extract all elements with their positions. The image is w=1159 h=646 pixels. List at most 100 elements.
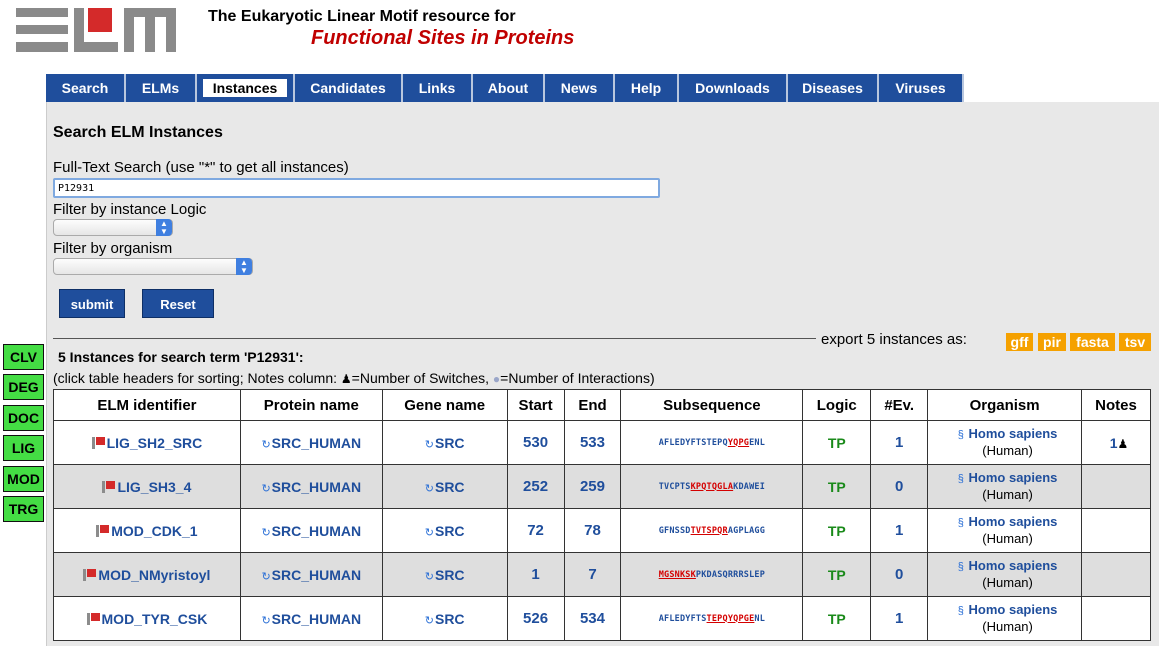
evidence-count-link[interactable]: 1 [870, 420, 929, 465]
side-tab-trg[interactable]: TRG [3, 496, 44, 522]
species-link[interactable]: Homo sapiens [969, 426, 1058, 441]
side-tab-deg[interactable]: DEG [3, 374, 44, 400]
gene-name-link[interactable]: SRC [435, 611, 465, 627]
page-title: Search ELM Instances [53, 124, 223, 141]
elm-flag-icon [96, 524, 110, 537]
tab-news[interactable]: News [545, 74, 615, 102]
organism-cell: § Homo sapiens (Human) [927, 464, 1082, 509]
tab-search[interactable]: Search [46, 74, 126, 102]
taxonomy-icon: § [957, 605, 964, 617]
export-tsv-button[interactable]: tsv [1119, 333, 1151, 351]
end-cell: 7 [563, 552, 622, 597]
elm-identifier-link[interactable]: LIG_SH3_4 [117, 479, 191, 495]
header-gene-name[interactable]: Gene name [381, 389, 508, 421]
organism-cell: § Homo sapiens (Human) [927, 508, 1082, 553]
species-link[interactable]: Homo sapiens [969, 602, 1058, 617]
species-link[interactable]: Homo sapiens [969, 470, 1058, 485]
results-title: 5 Instances for search term 'P12931': [58, 349, 304, 365]
logic-cell: TP [802, 464, 872, 509]
gene-name-link[interactable]: SRC [435, 523, 465, 539]
reset-button[interactable]: Reset [142, 289, 214, 318]
taxonomy-icon: § [957, 561, 964, 573]
uniprot-icon: ↻ [261, 570, 271, 583]
side-tab-lig[interactable]: LIG [3, 435, 44, 461]
header-elm-identifier[interactable]: ELM identifier [53, 389, 241, 421]
protein-name-link[interactable]: SRC_HUMAN [272, 567, 361, 583]
header-end[interactable]: End [563, 389, 622, 421]
uniprot-icon: ↻ [424, 614, 434, 627]
select-arrows-icon: ▲ ▼ [156, 219, 172, 236]
notes-cell: 1♟ [1081, 420, 1151, 465]
export-fasta-button[interactable]: fasta [1070, 333, 1115, 351]
start-cell: 252 [506, 464, 565, 509]
table-row: MOD_NMyristoyl ↻SRC_HUMAN ↻SRC 1 7 MGSNK… [53, 552, 1151, 597]
logic-filter-label: Filter by instance Logic [53, 201, 207, 218]
organism-cell: § Homo sapiens (Human) [927, 420, 1082, 465]
submit-button[interactable]: submit [59, 289, 125, 318]
elm-identifier-link[interactable]: MOD_NMyristoyl [98, 567, 210, 583]
tab-help[interactable]: Help [615, 74, 679, 102]
elm-logo [16, 8, 176, 52]
table-row: MOD_TYR_CSK ↻SRC_HUMAN ↻SRC 526 534 AFLE… [53, 596, 1151, 641]
header-organism[interactable]: Organism [927, 389, 1082, 421]
protein-name-link[interactable]: SRC_HUMAN [272, 611, 361, 627]
organism-cell: § Homo sapiens (Human) [927, 552, 1082, 597]
evidence-count-link[interactable]: 0 [870, 552, 929, 597]
tab-about[interactable]: About [473, 74, 545, 102]
species-link[interactable]: Homo sapiens [969, 558, 1058, 573]
notes-cell [1081, 464, 1151, 509]
table-row: LIG_SH2_SRC ↻SRC_HUMAN ↻SRC 530 533 AFLE… [53, 420, 1151, 465]
elm-identifier-link[interactable]: MOD_TYR_CSK [102, 611, 208, 627]
notes-cell [1081, 596, 1151, 641]
gene-name-link[interactable]: SRC [435, 479, 465, 495]
tab-diseases[interactable]: Diseases [788, 74, 879, 102]
header-subsequence[interactable]: Subsequence [620, 389, 804, 421]
uniprot-icon: ↻ [424, 438, 434, 451]
organism-filter-label: Filter by organism [53, 240, 173, 257]
logic-filter-select[interactable]: ▲ ▼ [53, 219, 173, 236]
search-input[interactable] [53, 178, 660, 198]
header-logic[interactable]: Logic [802, 389, 872, 421]
header-protein-name[interactable]: Protein name [239, 389, 383, 421]
logic-cell: TP [802, 596, 872, 641]
end-cell: 78 [563, 508, 622, 553]
organism-filter-select[interactable]: ▲ ▼ [53, 258, 253, 275]
logic-cell: TP [802, 420, 872, 465]
end-cell: 259 [563, 464, 622, 509]
uniprot-icon: ↻ [261, 438, 271, 451]
protein-name-link[interactable]: SRC_HUMAN [272, 479, 361, 495]
start-cell: 72 [506, 508, 565, 553]
tab-instances[interactable]: Instances [197, 74, 295, 102]
protein-name-link[interactable]: SRC_HUMAN [272, 523, 361, 539]
export-pir-button[interactable]: pir [1038, 333, 1066, 351]
gene-name-link[interactable]: SRC [435, 435, 465, 451]
tab-elms[interactable]: ELMs [126, 74, 197, 102]
side-tab-mod[interactable]: MOD [3, 466, 44, 492]
elm-identifier-link[interactable]: MOD_CDK_1 [111, 523, 197, 539]
subsequence-cell: AFLEDYFTSTEPQYQPGENL [620, 596, 804, 641]
gene-name-link[interactable]: SRC [435, 567, 465, 583]
header-notes[interactable]: Notes [1081, 389, 1151, 421]
species-link[interactable]: Homo sapiens [969, 514, 1058, 529]
evidence-count-link[interactable]: 1 [870, 596, 929, 641]
side-tab-doc[interactable]: DOC [3, 405, 44, 431]
evidence-count-link[interactable]: 0 [870, 464, 929, 509]
tab-downloads[interactable]: Downloads [679, 74, 788, 102]
tab-candidates[interactable]: Candidates [295, 74, 403, 102]
export-gff-button[interactable]: gff [1006, 333, 1033, 351]
tab-viruses[interactable]: Viruses [879, 74, 964, 102]
protein-name-link[interactable]: SRC_HUMAN [272, 435, 361, 451]
side-tab-clv[interactable]: CLV [3, 344, 44, 370]
elm-identifier-link[interactable]: LIG_SH2_SRC [107, 435, 203, 451]
subsequence-cell: GFNSSDTVTSPQRAGPLAGG [620, 508, 804, 553]
tab-links[interactable]: Links [403, 74, 473, 102]
header-start[interactable]: Start [506, 389, 565, 421]
uniprot-icon: ↻ [424, 526, 434, 539]
end-cell: 534 [563, 596, 622, 641]
elm-flag-icon [91, 436, 105, 449]
header-evidence[interactable]: #Ev. [870, 389, 929, 421]
start-cell: 530 [506, 420, 565, 465]
subsequence-cell: AFLEDYFTSTEPQYQPGENL [620, 420, 804, 465]
evidence-count-link[interactable]: 1 [870, 508, 929, 553]
select-arrows-icon: ▲ ▼ [236, 258, 252, 275]
